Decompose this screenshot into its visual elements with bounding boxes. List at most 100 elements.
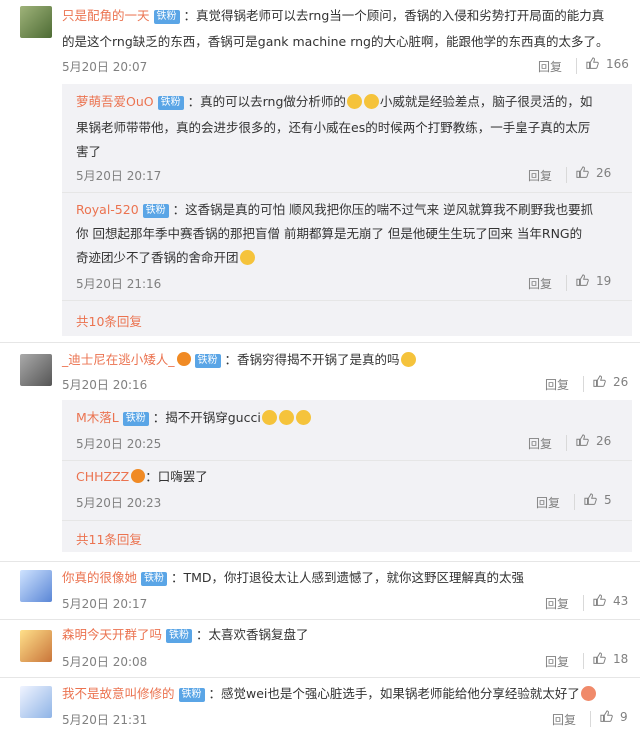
divider [566,167,567,183]
reply-text: ：这香锅是真的可怕 顺风我把你压的喘不过气来 逆风就算我不刷野我也要抓 [172,202,594,217]
more-replies-link[interactable]: 共11条回复 [76,529,142,548]
fan-badge: 铁粉 [178,688,205,702]
divider [590,711,591,727]
reply-text: 害了 [76,144,102,159]
username-link[interactable]: 我不是故意叫修修的 [62,686,175,701]
reply-button[interactable]: 回复 [545,376,569,393]
fan-badge: 铁粉 [142,204,169,218]
like-count: 43 [613,594,629,608]
like-button[interactable]: 5 [584,493,612,507]
reply-date: 5月20日 20:17 [76,169,162,183]
like-count: 26 [596,166,612,180]
reply-date: 5月20日 20:25 [76,437,162,451]
divider [62,300,632,301]
thumbs-up-icon [600,710,613,722]
avatar[interactable] [20,354,52,386]
like-count: 5 [604,493,612,507]
like-button[interactable]: 26 [576,166,611,180]
avatar[interactable] [20,570,52,602]
fan-badge: 铁粉 [141,572,168,586]
reply-button[interactable]: 回复 [545,653,569,670]
reply-text: ：口嗨罢了 [145,469,208,484]
thumbs-up-icon [593,652,606,664]
like-count: 26 [613,375,629,389]
divider [0,342,640,343]
like-button[interactable]: 9 [600,710,628,724]
divider [574,494,575,510]
reply-button[interactable]: 回复 [552,711,576,728]
thumbs-up-icon [586,57,599,69]
comment-text: 的是这个rng缺乏的东西，香锅可是gank machine rng的大心脏啊，能… [62,34,609,49]
like-count: 18 [613,652,629,666]
heart-eyes-emoji-icon [580,686,596,701]
reply-button[interactable]: 回复 [545,595,569,612]
divider [576,58,577,74]
reply-text: 果锅老师带带他，真的会进步很多的，还有小威在es的时候两个打野教练，一手皇子真的… [76,120,591,135]
divider [566,435,567,451]
username-link[interactable]: 只是配角的一天 [62,8,150,23]
username-link[interactable]: 萝萌吾爱OuO [76,94,154,109]
fire-badge-icon [131,469,146,483]
comment-text: ：感觉wei也是个强心脏选手，如果锅老师能给他分享经验就太好了 [208,686,580,701]
divider [583,376,584,392]
username-link[interactable]: Royal-520 [76,202,139,217]
comment-text: ：TMD，你打退役太让人感到遗憾了，就你这野区理解真的太强 [171,570,525,585]
comment-date: 5月20日 20:17 [62,597,148,611]
divider [566,275,567,291]
thumbs-up-icon [576,166,589,178]
divider [583,653,584,669]
like-button[interactable]: 43 [593,594,628,608]
cat-emoji-icon [261,410,277,425]
fan-badge: 铁粉 [166,629,193,643]
divider [0,619,640,620]
avatar[interactable] [20,686,52,718]
like-count: 9 [620,710,628,724]
reply-button[interactable]: 回复 [528,435,552,452]
username-link[interactable]: 森明今天开群了吗 [62,627,162,642]
more-replies-link[interactable]: 共10条回复 [76,311,142,330]
username-link[interactable]: M木落L [76,410,119,425]
comment-text: ：真觉得锅老师可以去rng当一个顾问，香锅的入侵和劣势打开局面的能力真 [183,8,605,23]
fire-badge-icon [176,352,191,366]
thumbs-up-icon [576,434,589,446]
like-button[interactable]: 26 [593,375,628,389]
like-button[interactable]: 19 [576,274,611,288]
like-count: 19 [596,274,612,288]
reply-date: 5月20日 21:16 [76,277,162,291]
thumbs-up-emoji-icon [239,250,255,265]
comment-text: ：香锅穷得揭不开锅了是真的吗 [224,352,400,367]
avatar[interactable] [20,6,52,38]
thumbs-up-icon [576,274,589,286]
reply-button[interactable]: 回复 [528,275,552,292]
username-link[interactable]: _迪士尼在逃小矮人_ [62,352,175,367]
reply-text: 奇迹团少不了香锅的舍命开团 [76,250,239,265]
divider [62,520,632,521]
fan-badge: 铁粉 [153,10,180,24]
like-button[interactable]: 26 [576,434,611,448]
fan-badge: 铁粉 [157,96,184,110]
sad-emoji-icon [400,352,416,367]
reply-text: 你 回想起那年季中赛香锅的那把盲僧 前期都算是无崩了 但是他硬生生玩了回来 当年… [76,226,583,241]
thumbs-up-icon [593,375,606,387]
comment-text: ：太喜欢香锅复盘了 [196,627,309,642]
like-count: 166 [606,57,629,71]
comment-date: 5月20日 20:08 [62,655,148,669]
avatar[interactable] [20,630,52,662]
like-button[interactable]: 166 [586,57,629,71]
cat-emoji-icon [295,410,311,425]
fan-badge: 铁粉 [122,412,149,426]
reply-button[interactable]: 回复 [528,167,552,184]
username-link[interactable]: 你真的很像她 [62,570,137,585]
reply-button[interactable]: 回复 [538,58,562,75]
reply-date: 5月20日 20:23 [76,496,162,510]
divider [583,595,584,611]
cat-emoji-icon [278,410,294,425]
username-link[interactable]: CHHZZZ [76,469,129,484]
reply-text: 小威就是经验差点，脑子很灵活的，如 [379,94,593,109]
thumbs-up-icon [584,493,597,505]
like-count: 26 [596,434,612,448]
comment-date: 5月20日 21:31 [62,713,148,727]
like-button[interactable]: 18 [593,652,628,666]
reply-button[interactable]: 回复 [536,494,560,511]
divider [62,192,632,193]
